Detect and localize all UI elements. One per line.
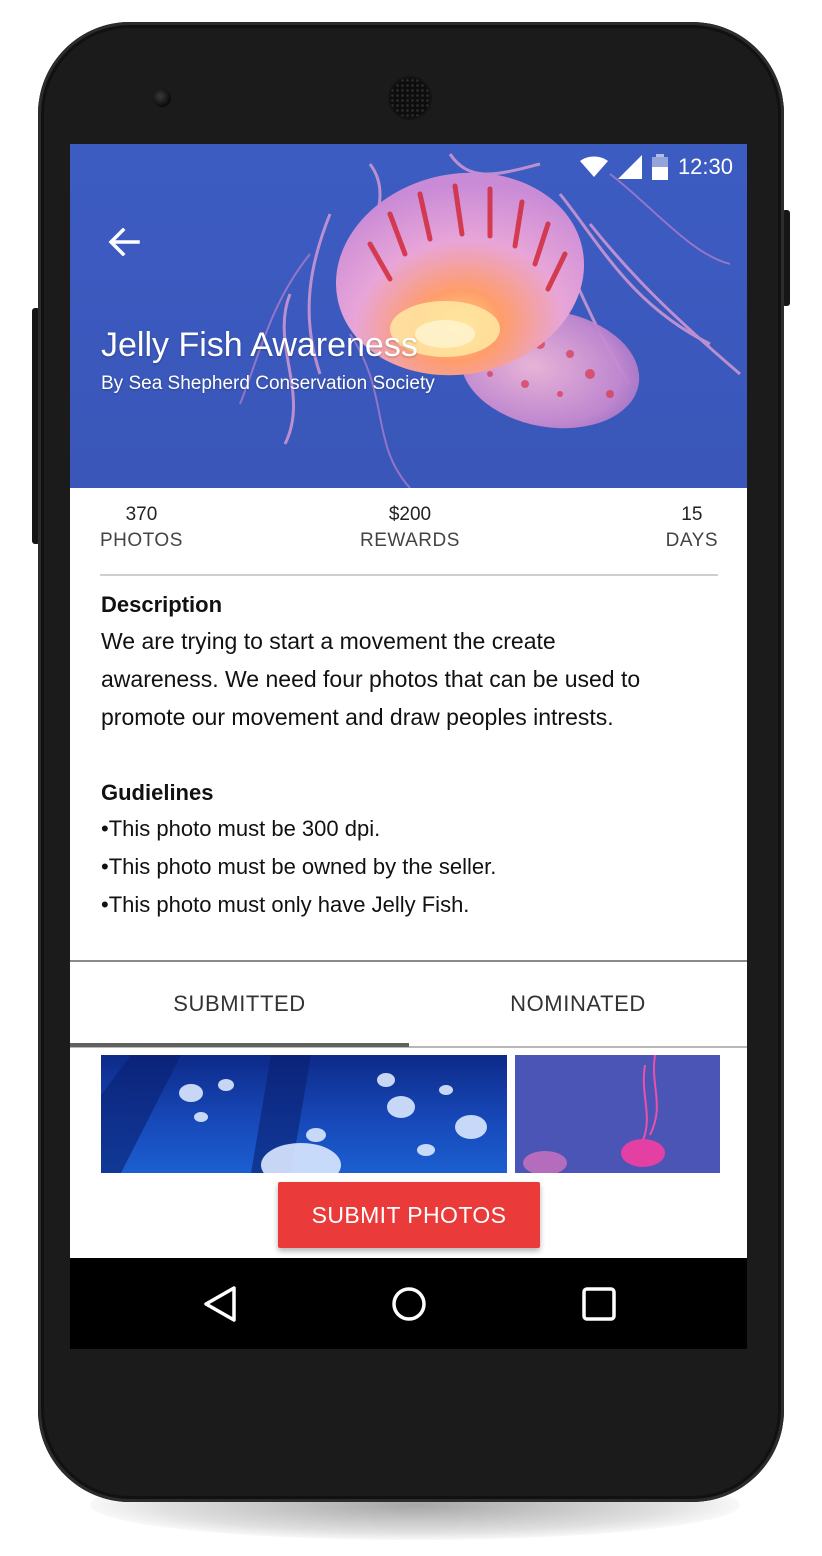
- stat-value: 370: [125, 504, 158, 525]
- guidelines-heading: Gudielines: [101, 780, 214, 805]
- recents-square-icon: [582, 1287, 616, 1321]
- stats-divider: [100, 574, 718, 576]
- jellyfish-school-image: [101, 1055, 487, 1173]
- guideline-item: •This photo must only have Jelly Fish.: [101, 892, 470, 917]
- stat-value: 15: [681, 504, 703, 525]
- cell-signal-icon: [617, 155, 642, 179]
- nav-recents-button[interactable]: [575, 1280, 623, 1328]
- tabs-top-border: [70, 960, 747, 962]
- submitted-photo-thumbnail[interactable]: [515, 1055, 720, 1173]
- description-section: Description We are trying to start a mov…: [101, 592, 731, 736]
- front-camera-icon: [153, 89, 171, 107]
- stat-label: DAYS: [665, 530, 718, 551]
- active-tab-indicator: [70, 1043, 409, 1047]
- stats-row: 370 PHOTOS $200 REWARDS 15 DAYS: [100, 504, 718, 564]
- stat-days: 15 DAYS: [666, 504, 718, 552]
- back-triangle-icon: [204, 1286, 236, 1322]
- description-heading: Description: [101, 592, 223, 617]
- guideline-item: •This photo must be owned by the seller.: [101, 854, 497, 879]
- submitted-photo-thumbnail[interactable]: [101, 1055, 507, 1173]
- stat-label: PHOTOS: [100, 530, 183, 551]
- system-nav-bar: [70, 1258, 747, 1349]
- guidelines-section: Gudielines •This photo must be 300 dpi. …: [101, 780, 731, 924]
- status-time: 12:30: [677, 154, 733, 179]
- arrow-back-icon: [108, 228, 140, 256]
- page-subtitle: By Sea Shepherd Conservation Society: [101, 373, 435, 394]
- back-button[interactable]: [106, 224, 142, 260]
- stat-value: $200: [388, 504, 432, 525]
- page-title: Jelly Fish Awareness: [101, 326, 418, 364]
- battery-icon: [651, 154, 668, 180]
- earpiece-speaker-icon: [390, 78, 430, 118]
- status-bar: 12:30: [579, 152, 733, 182]
- stat-photos: 370 PHOTOS: [100, 504, 183, 552]
- nav-back-button[interactable]: [196, 1280, 244, 1328]
- description-text: We are trying to start a movement the cr…: [101, 622, 731, 736]
- home-circle-icon: [392, 1287, 426, 1321]
- tab-nominated[interactable]: NOMINATED: [409, 972, 747, 1036]
- nav-home-button[interactable]: [385, 1280, 433, 1328]
- description-line: We are trying to start a movement the cr…: [101, 628, 556, 654]
- description-line: awareness. We need four photos that can …: [101, 666, 641, 692]
- guidelines-list: •This photo must be 300 dpi. •This photo…: [101, 810, 731, 924]
- hero-banner: 12:30 Jelly Fish Awareness By Sea Shephe…: [70, 144, 747, 488]
- stat-rewards: $200 REWARDS: [360, 504, 460, 552]
- app-screen: 12:30 Jelly Fish Awareness By Sea Shephe…: [70, 144, 747, 1349]
- description-line: promote our movement and draw peoples in…: [101, 704, 614, 730]
- pink-jellyfish-image: [523, 1055, 665, 1173]
- guideline-item: •This photo must be 300 dpi.: [101, 816, 381, 841]
- jellyfish-hero-image: [239, 153, 741, 488]
- stat-label: REWARDS: [360, 530, 460, 551]
- submit-photos-button[interactable]: SUBMIT PHOTOS: [278, 1182, 540, 1248]
- wifi-icon: [579, 156, 608, 177]
- tab-submitted[interactable]: SUBMITTED: [70, 972, 409, 1036]
